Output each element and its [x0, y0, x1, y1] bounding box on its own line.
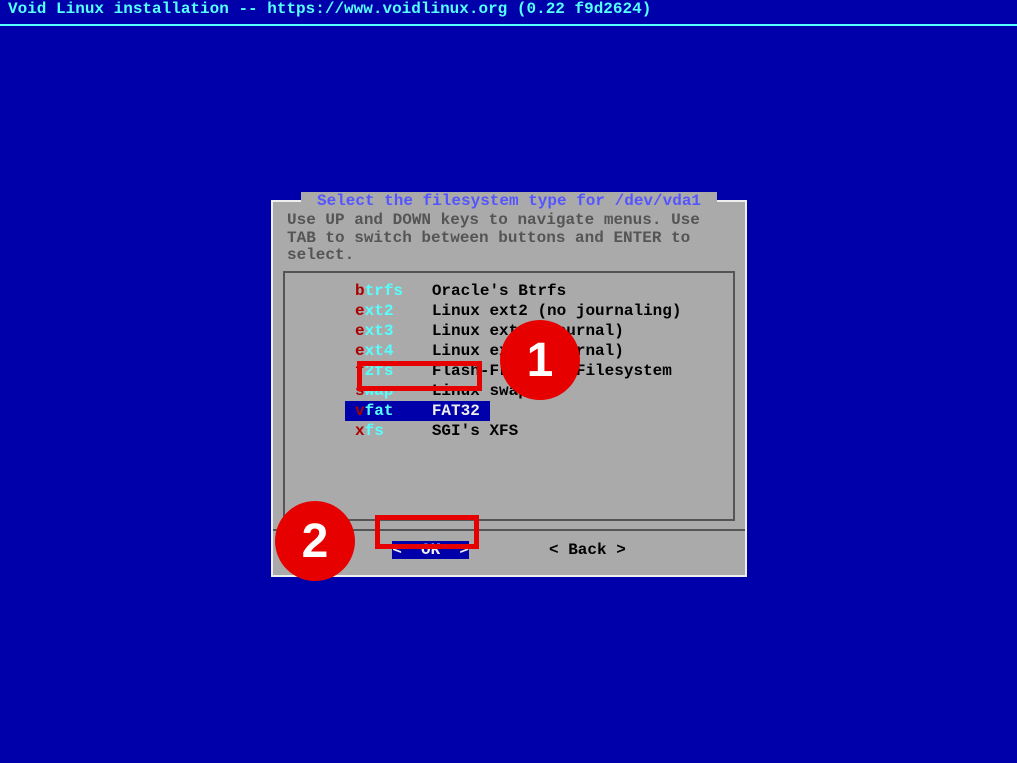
fs-option-swap[interactable]: swap Linux swap [285, 381, 733, 401]
back-button[interactable]: < Back > [549, 541, 626, 559]
installer-header: Void Linux installation -- https://www.v… [0, 0, 1017, 18]
dialog-title: Select the filesystem type for /dev/vda1 [301, 192, 716, 210]
fs-option-ext4[interactable]: ext4 Linux ext4 (journal) [285, 341, 733, 361]
fs-option-ext3[interactable]: ext3 Linux ext3 (journal) [285, 321, 733, 341]
dialog-instructions: Use UP and DOWN keys to navigate menus. … [283, 210, 735, 271]
dialog-buttons: < OK > < Back > [283, 531, 735, 565]
header-rule [0, 24, 1017, 26]
fs-option-f2fs[interactable]: f2fs Flash-Friendly Filesystem [285, 361, 733, 381]
filesystem-list[interactable]: btrfs Oracle's Btrfsext2 Linux ext2 (no … [283, 271, 735, 521]
fs-option-xfs[interactable]: xfs SGI's XFS [285, 421, 733, 441]
fs-option-vfat[interactable]: vfat FAT32 [345, 401, 490, 421]
fs-option-ext2[interactable]: ext2 Linux ext2 (no journaling) [285, 301, 733, 321]
filesystem-dialog: Select the filesystem type for /dev/vda1… [271, 200, 747, 577]
ok-button[interactable]: < OK > [392, 541, 469, 559]
fs-option-btrfs[interactable]: btrfs Oracle's Btrfs [285, 281, 733, 301]
